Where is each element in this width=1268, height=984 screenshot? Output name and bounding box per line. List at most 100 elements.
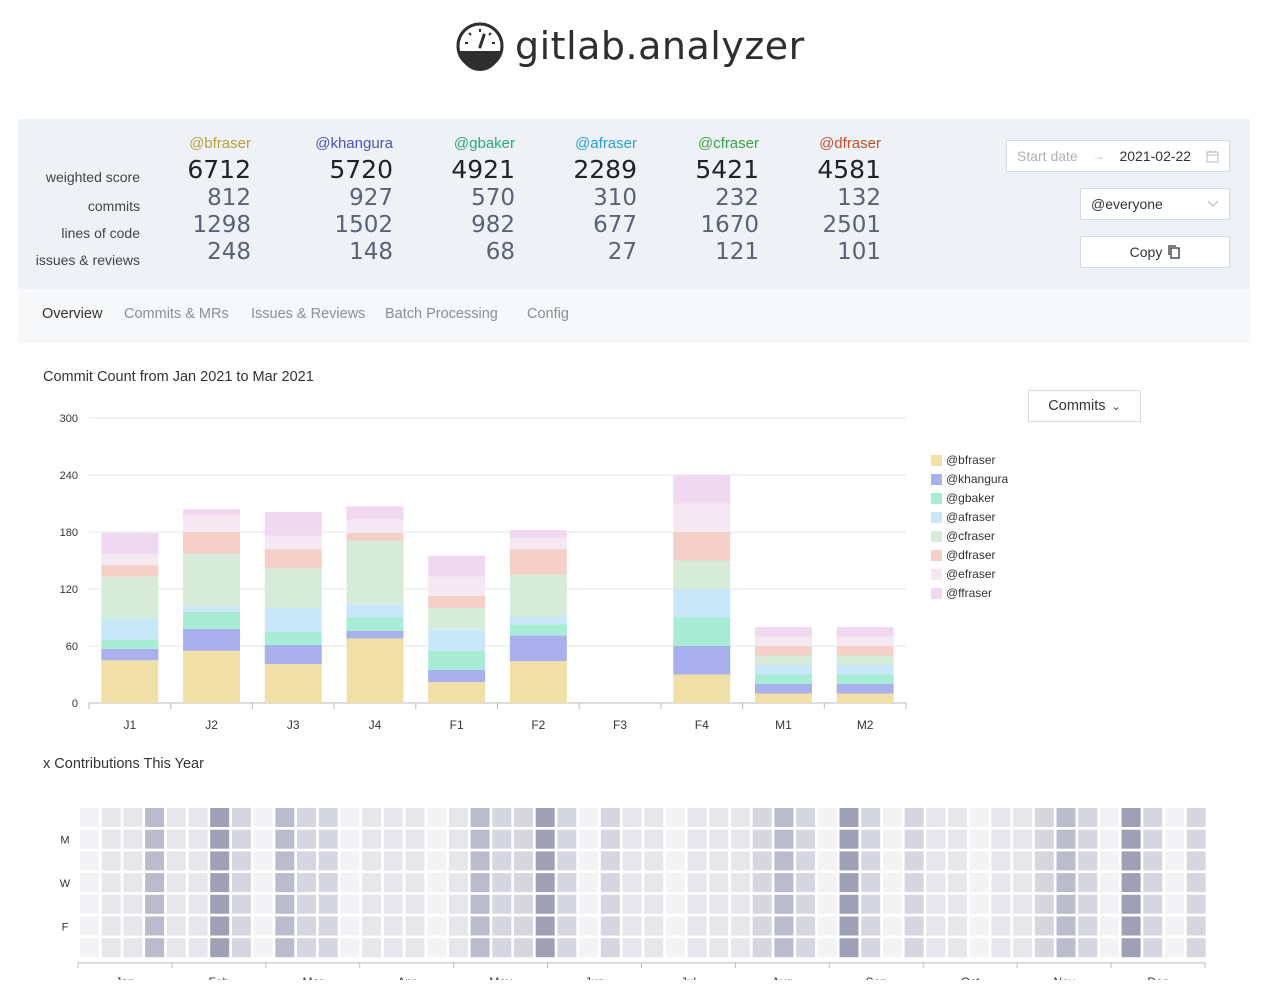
heatmap-cell[interactable] <box>145 873 165 893</box>
heatmap-cell[interactable] <box>188 938 208 958</box>
bar-segment[interactable] <box>836 646 894 656</box>
heatmap-cell[interactable] <box>948 851 967 871</box>
heatmap-cell[interactable] <box>514 938 533 958</box>
heatmap-cell[interactable] <box>644 829 664 849</box>
heatmap-cell[interactable] <box>340 829 360 849</box>
bar-segment[interactable] <box>101 553 159 566</box>
heatmap-cell[interactable] <box>1099 851 1119 871</box>
bar-segment[interactable] <box>101 639 159 649</box>
start-date-input[interactable]: Start date <box>1017 148 1078 164</box>
heatmap-cell[interactable] <box>123 808 143 827</box>
bar-segment[interactable] <box>183 650 241 703</box>
user-filter-select[interactable]: @everyone <box>1080 188 1230 220</box>
heatmap-cell[interactable] <box>362 894 382 914</box>
heatmap-cell[interactable] <box>427 938 447 958</box>
heatmap-cell[interactable] <box>123 873 143 893</box>
heatmap-cell[interactable] <box>101 829 121 849</box>
heatmap-cell[interactable] <box>362 851 382 871</box>
heatmap-cell[interactable] <box>405 808 425 827</box>
heatmap-cell[interactable] <box>448 938 468 958</box>
heatmap-cell[interactable] <box>514 873 533 893</box>
heatmap-cell[interactable] <box>774 938 794 958</box>
heatmap-cell[interactable] <box>687 851 707 871</box>
heatmap-cell[interactable] <box>275 938 295 958</box>
tab-commits-mrs[interactable]: Commits & MRs <box>124 306 229 322</box>
heatmap-cell[interactable] <box>1121 894 1141 914</box>
heatmap-cell[interactable] <box>665 938 685 958</box>
heatmap-cell[interactable] <box>253 916 273 936</box>
heatmap-cell[interactable] <box>861 808 881 827</box>
heatmap-cell[interactable] <box>709 808 729 827</box>
heatmap-cell[interactable] <box>405 938 425 958</box>
heatmap-cell[interactable] <box>796 873 816 893</box>
heatmap-cell[interactable] <box>817 851 837 871</box>
heatmap-cell[interactable] <box>969 916 989 936</box>
bar-segment[interactable] <box>101 532 159 554</box>
heatmap-cell[interactable] <box>557 938 577 958</box>
heatmap-cell[interactable] <box>427 894 447 914</box>
bar-segment[interactable] <box>183 606 241 612</box>
heatmap-cell[interactable] <box>123 894 143 914</box>
heatmap-cell[interactable] <box>427 873 447 893</box>
heatmap-cell[interactable] <box>145 938 165 958</box>
heatmap-cell[interactable] <box>948 808 967 827</box>
bar-segment[interactable] <box>509 574 567 617</box>
heatmap-cell[interactable] <box>253 808 273 827</box>
bar-segment[interactable] <box>509 624 567 636</box>
heatmap-cell[interactable] <box>991 894 1011 914</box>
heatmap-cell[interactable] <box>709 938 729 958</box>
heatmap-cell[interactable] <box>731 808 750 827</box>
heatmap-cell[interactable] <box>1186 894 1206 914</box>
heatmap-cell[interactable] <box>492 938 512 958</box>
heatmap-cell[interactable] <box>1056 808 1076 827</box>
copy-button[interactable]: Copy <box>1080 236 1230 268</box>
bar-segment[interactable] <box>346 630 404 639</box>
heatmap-cell[interactable] <box>188 894 208 914</box>
bar-segment[interactable] <box>346 604 404 618</box>
heatmap-cell[interactable] <box>210 916 230 936</box>
heatmap-cell[interactable] <box>1034 916 1054 936</box>
heatmap-cell[interactable] <box>579 894 599 914</box>
heatmap-cell[interactable] <box>535 829 555 849</box>
heatmap-cell[interactable] <box>1056 851 1076 871</box>
heatmap-cell[interactable] <box>687 916 707 936</box>
bar-segment[interactable] <box>428 682 486 703</box>
heatmap-cell[interactable] <box>579 829 599 849</box>
heatmap-cell[interactable] <box>644 916 664 936</box>
heatmap-cell[interactable] <box>1143 916 1163 936</box>
heatmap-cell[interactable] <box>1121 829 1141 849</box>
heatmap-cell[interactable] <box>1034 938 1054 958</box>
bar-segment[interactable] <box>836 627 894 637</box>
heatmap-cell[interactable] <box>362 916 382 936</box>
heatmap-cell[interactable] <box>948 938 967 958</box>
bar-segment[interactable] <box>264 549 322 569</box>
heatmap-cell[interactable] <box>231 851 251 871</box>
heatmap-cell[interactable] <box>861 829 881 849</box>
heatmap-cell[interactable] <box>948 894 967 914</box>
heatmap-cell[interactable] <box>166 916 186 936</box>
heatmap-cell[interactable] <box>752 873 772 893</box>
heatmap-cell[interactable] <box>166 894 186 914</box>
bar-segment[interactable] <box>346 638 404 703</box>
heatmap-cell[interactable] <box>557 829 577 849</box>
bar-segment[interactable] <box>101 660 159 703</box>
heatmap-cell[interactable] <box>817 829 837 849</box>
heatmap-cell[interactable] <box>492 916 512 936</box>
heatmap-cell[interactable] <box>709 916 729 936</box>
bar-segment[interactable] <box>264 631 322 646</box>
heatmap-cell[interactable] <box>145 916 165 936</box>
heatmap-cell[interactable] <box>1078 938 1098 958</box>
bar-segment[interactable] <box>101 648 159 661</box>
heatmap-cell[interactable] <box>904 851 924 871</box>
heatmap-cell[interactable] <box>731 873 750 893</box>
bar-segment[interactable] <box>346 519 404 533</box>
bar-segment[interactable] <box>754 655 812 666</box>
heatmap-cell[interactable] <box>1143 873 1163 893</box>
heatmap-cell[interactable] <box>1013 894 1033 914</box>
bar-segment[interactable] <box>754 646 812 656</box>
heatmap-cell[interactable] <box>904 829 924 849</box>
heatmap-cell[interactable] <box>687 829 707 849</box>
heatmap-cell[interactable] <box>644 873 664 893</box>
heatmap-cell[interactable] <box>123 829 143 849</box>
heatmap-cell[interactable] <box>839 873 859 893</box>
